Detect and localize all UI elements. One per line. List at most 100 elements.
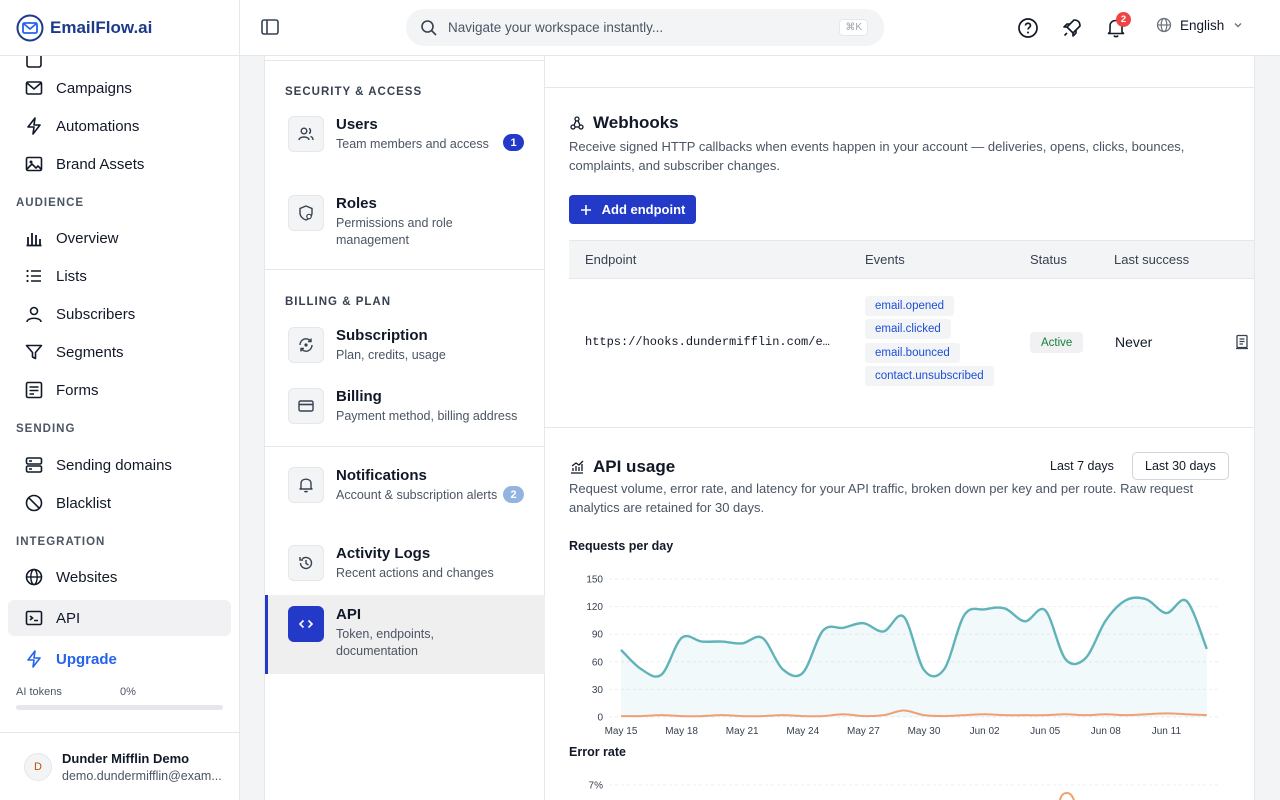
requests-point <box>740 641 744 645</box>
settings-item-api[interactable]: API Token, endpoints, documentation <box>265 595 545 674</box>
settings-item-title: Billing <box>336 388 382 405</box>
errors-point <box>1084 713 1088 717</box>
avatar: D <box>24 752 52 781</box>
settings-item-users[interactable]: Users Team members and access 1 <box>265 116 545 176</box>
sidebar-item-blacklist[interactable]: Blacklist <box>8 485 231 521</box>
search-input[interactable] <box>448 20 830 35</box>
divider <box>265 269 545 270</box>
sidebar-nav[interactable]: Campaigns Automations Brand Assets AUDIE… <box>0 56 239 732</box>
requests-per-day-chart: 0 30 60 90 120 150 May 15 May 18 May 21 May 24 May… <box>586 575 1219 737</box>
sidebar-item-api[interactable]: API <box>8 600 231 636</box>
user-name: Dunder Mifflin Demo <box>62 750 190 766</box>
sidebar-item-automations[interactable]: Automations <box>8 108 231 144</box>
sidebar-item-overview[interactable]: Overview <box>8 220 231 256</box>
range-last-30-days-button[interactable]: Last 30 days <box>1132 452 1229 480</box>
x-tick-label: May 21 <box>726 726 759 737</box>
sidebar-item-forms[interactable]: Forms <box>8 372 231 408</box>
language-selector[interactable]: English <box>1156 17 1244 33</box>
ai-tokens-percent: 0% <box>120 686 136 698</box>
requests-point <box>942 667 946 671</box>
sidebar-toggle-icon <box>261 19 279 35</box>
settings-item-subscription[interactable]: Subscription Plan, credits, usage <box>265 327 545 367</box>
errors-point <box>1104 712 1108 716</box>
requests-point <box>983 607 987 611</box>
upgrade-label: Upgrade <box>56 650 117 668</box>
notifications-count-badge: 2 <box>503 486 524 503</box>
status-badge: Active <box>1030 332 1084 353</box>
nav-section-sending: SENDING <box>16 423 76 435</box>
sidebar-item-subscribers[interactable]: Subscribers <box>8 296 231 332</box>
settings-item-notifications[interactable]: Notifications Account & subscription ale… <box>265 467 545 527</box>
requests-point <box>1104 618 1108 622</box>
requests-point <box>700 640 704 644</box>
refresh-icon <box>288 327 324 363</box>
users-count-badge: 1 <box>503 134 524 151</box>
requests-point <box>680 636 684 640</box>
notification-count-badge: 2 <box>1116 12 1131 27</box>
sidebar-item-lists[interactable]: Lists <box>8 258 231 294</box>
image-icon <box>25 156 43 172</box>
launch-button[interactable] <box>1061 17 1083 42</box>
server-icon <box>25 457 43 473</box>
column-header-last-success: Last success <box>1114 252 1190 267</box>
globe-icon <box>25 568 43 586</box>
x-tick-label: May 27 <box>847 726 880 737</box>
brand-logo[interactable]: EmailFlow.ai <box>0 0 239 56</box>
sidebar-toggle-button[interactable] <box>260 17 280 40</box>
requests-point <box>1205 647 1209 651</box>
add-endpoint-label: Add endpoint <box>601 202 686 217</box>
bell-icon <box>288 467 324 503</box>
settings-item-billing[interactable]: Billing Payment method, billing address <box>265 388 545 428</box>
topbar: ⌘K 2 English <box>240 0 1280 56</box>
x-tick-label: Jun 08 <box>1091 726 1121 737</box>
requests-point <box>1144 597 1148 601</box>
settings-item-title: Notifications <box>336 467 427 484</box>
sidebar-item-label: Websites <box>56 568 118 586</box>
requests-point <box>639 667 643 671</box>
credit-card-icon <box>288 388 324 424</box>
settings-item-activity-logs[interactable]: Activity Logs Recent actions and changes <box>265 545 545 585</box>
list-icon <box>26 269 41 283</box>
sidebar-item-campaigns[interactable]: Campaigns <box>8 70 231 106</box>
add-endpoint-button[interactable]: Add endpoint <box>569 195 696 224</box>
requests-point <box>720 640 724 644</box>
settings-item-title: Activity Logs <box>336 545 431 562</box>
sidebar-item-brand-assets[interactable]: Brand Assets <box>8 146 231 182</box>
sidebar-item-sending-domains[interactable]: Sending domains <box>8 447 231 483</box>
requests-chart-label: Requests per day <box>569 539 674 553</box>
y-tick-label: 30 <box>592 685 604 696</box>
search-icon <box>421 19 437 36</box>
endpoint-url[interactable]: https://hooks.dundermifflin.com/e… <box>585 335 830 349</box>
search-bar[interactable]: ⌘K <box>406 9 884 46</box>
webhooks-table-header: Endpoint Events Status Last success <box>569 240 1254 279</box>
sidebar-item-segments[interactable]: Segments <box>8 334 231 370</box>
errors-point <box>1185 712 1189 716</box>
upgrade-link[interactable]: Upgrade <box>8 641 231 677</box>
range-last-7-days-button[interactable]: Last 7 days <box>1038 452 1126 480</box>
code-icon <box>288 606 324 642</box>
requests-point <box>861 621 865 625</box>
plus-icon <box>580 204 591 215</box>
y-tick-label: 90 <box>592 630 604 641</box>
errors-point <box>821 714 825 718</box>
brand-name: EmailFlow.ai <box>50 17 153 37</box>
errors-point <box>740 714 744 718</box>
settings-item-roles[interactable]: Roles Permissions and role management <box>265 195 545 255</box>
section-title-security: SECURITY & ACCESS <box>285 86 423 98</box>
errors-point <box>720 713 724 717</box>
user-icon <box>26 306 42 323</box>
y-tick-label: 7% <box>589 781 604 792</box>
x-tick-label: Jun 02 <box>970 726 1000 737</box>
y-tick-label: 0 <box>597 713 603 724</box>
settings-item-title: Subscription <box>336 327 428 344</box>
requests-point <box>962 613 966 617</box>
ban-icon <box>25 494 43 512</box>
help-button[interactable] <box>1017 17 1039 42</box>
row-action-button[interactable] <box>1235 334 1249 353</box>
errors-point <box>700 714 704 718</box>
settings-item-desc: Team members and access <box>336 137 489 151</box>
user-profile[interactable]: D Dunder Mifflin Demo demo.dundermifflin… <box>0 732 239 800</box>
requests-point <box>659 673 663 677</box>
webhooks-card: Webhooks Receive signed HTTP callbacks w… <box>545 88 1255 428</box>
sidebar-item-websites[interactable]: Websites <box>8 559 231 595</box>
